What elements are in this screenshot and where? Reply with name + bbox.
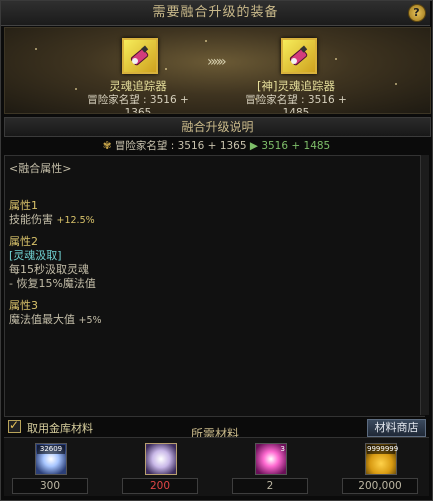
attr2-line2: - 恢复15%魔法值: [9, 277, 96, 290]
reputation-old: 冒险家名望 : 3516 + 1365: [114, 140, 247, 152]
target-item-icon[interactable]: [281, 38, 317, 74]
material-1-count: 300: [12, 478, 88, 494]
material-3-count: 2: [232, 478, 308, 494]
attr3-text: 魔法值最大值: [9, 313, 75, 326]
material-4-icon[interactable]: 9999999: [365, 443, 399, 475]
reputation-change: ✾ 冒险家名望 : 3516 + 1365 ▶ 3516 + 1485: [4, 138, 429, 154]
attr1-row: 技能伤害 +12.5%: [9, 211, 95, 227]
material-shop-button[interactable]: 材料商店: [367, 419, 426, 437]
material-4-badge: 9999999: [367, 445, 399, 454]
material-1-icon[interactable]: 32609: [35, 443, 67, 475]
attr1-text: 技能伤害: [9, 213, 53, 226]
attr3-row: 魔法值最大值 +5%: [9, 311, 102, 327]
materials-bar: 32609 300 200 3 2 9999999 200,000: [4, 437, 429, 496]
material-3-badge: 3: [280, 445, 285, 453]
material-2-count: 200: [122, 478, 198, 494]
upgrade-arrows: »»»: [207, 54, 227, 70]
description-heading: <融合属性>: [9, 162, 72, 175]
help-icon[interactable]: ?: [408, 4, 426, 22]
description-scrollbar[interactable]: [420, 155, 429, 415]
section-title-bar: 融合升级说明: [4, 117, 431, 137]
reputation-new: 3516 + 1485: [261, 140, 331, 152]
reputation-icon: ✾: [102, 140, 112, 152]
attr1-value: +12.5%: [56, 215, 95, 226]
attr3-value: +5%: [78, 315, 102, 326]
material-3-icon[interactable]: 3: [255, 443, 287, 475]
description-panel: <融合属性> 属性1 技能伤害 +12.5% 属性2 [灵魂汲取] 每15秒汲取…: [4, 155, 425, 417]
material-2-icon[interactable]: [145, 443, 177, 475]
target-item-reputation: 冒险家名望 : 3516 + 1485: [245, 94, 347, 114]
window-header: 需要融合升级的装备 ?: [1, 1, 430, 26]
source-item-reputation: 冒险家名望 : 3516 + 1365: [87, 94, 189, 114]
material-4-count: 200,000: [342, 478, 418, 494]
use-vault-label: 取用金库材料: [27, 422, 93, 435]
source-item-icon[interactable]: [122, 38, 158, 74]
material-1-badge: 32609: [37, 445, 65, 454]
reputation-arrow-icon: ▶: [249, 140, 258, 152]
use-vault-checkbox[interactable]: [8, 418, 21, 433]
window-title: 需要融合升级的装备: [152, 5, 279, 20]
section-title: 融合升级说明: [181, 120, 254, 134]
equipment-panel: 灵魂追踪器 冒险家名望 : 3516 + 1365 »»» [神]灵魂追踪器 冒…: [4, 27, 431, 114]
